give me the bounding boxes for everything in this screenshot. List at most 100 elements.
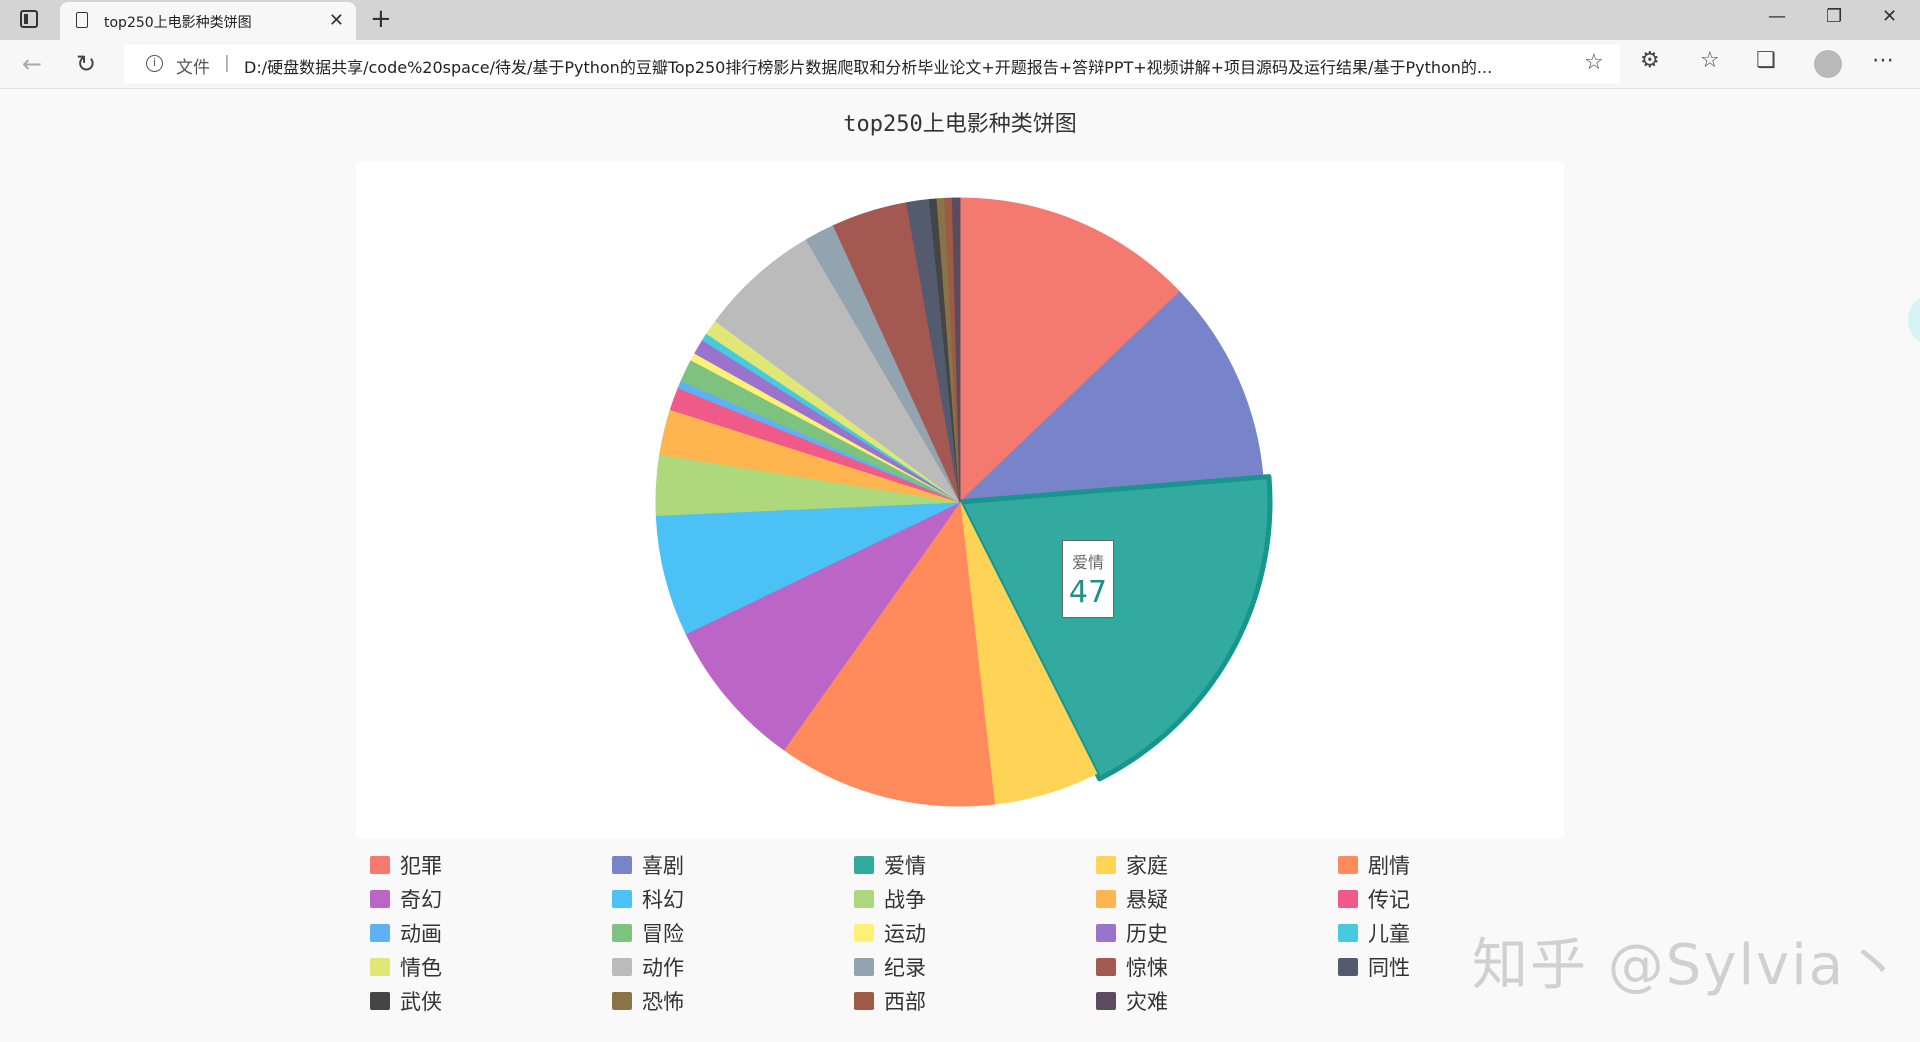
browser-tab[interactable]: top250上电影种类饼图 ✕ [60, 2, 356, 40]
back-icon[interactable]: ← [22, 50, 42, 78]
legend-swatch [1338, 924, 1358, 942]
legend-swatch [1096, 856, 1116, 874]
legend-item-历史[interactable]: 历史 [1096, 918, 1326, 948]
legend-item-运动[interactable]: 运动 [854, 918, 1084, 948]
restore-icon[interactable]: ❐ [1826, 6, 1842, 27]
legend-label: 情色 [400, 956, 442, 980]
file-icon [76, 12, 88, 28]
legend-label: 奇幻 [400, 888, 442, 912]
legend-label: 运动 [884, 922, 926, 946]
tab-actions-icon[interactable] [20, 10, 38, 28]
extensions-icon[interactable]: ⚙ [1640, 48, 1660, 73]
legend-item-战争[interactable]: 战争 [854, 884, 1084, 914]
legend-swatch [854, 890, 874, 908]
legend-swatch [370, 958, 390, 976]
legend-label: 纪录 [884, 956, 926, 980]
legend-item-纪录[interactable]: 纪录 [854, 952, 1084, 982]
legend-label: 爱情 [884, 854, 926, 878]
legend-swatch [854, 958, 874, 976]
tooltip-value: 47 [1068, 575, 1108, 610]
legend-label: 动画 [400, 922, 442, 946]
legend-swatch [1096, 992, 1116, 1010]
tab-strip: top250上电影种类饼图 ✕ + — ❐ ✕ [0, 0, 1920, 40]
legend-label: 惊悚 [1126, 956, 1168, 980]
legend-item-爱情[interactable]: 爱情 [854, 850, 1084, 880]
legend-item-情色[interactable]: 情色 [370, 952, 600, 982]
legend-label: 冒险 [642, 922, 684, 946]
legend-item-动作[interactable]: 动作 [612, 952, 842, 982]
legend-item-科幻[interactable]: 科幻 [612, 884, 842, 914]
legend-label: 战争 [884, 888, 926, 912]
legend-item-悬疑[interactable]: 悬疑 [1096, 884, 1326, 914]
legend-label: 历史 [1126, 922, 1168, 946]
legend-swatch [370, 890, 390, 908]
legend-label: 传记 [1368, 888, 1410, 912]
legend-item-动画[interactable]: 动画 [370, 918, 600, 948]
legend-swatch [370, 992, 390, 1010]
separator: | [224, 53, 230, 73]
legend-item-喜剧[interactable]: 喜剧 [612, 850, 842, 880]
legend-swatch [612, 924, 632, 942]
legend-label: 动作 [642, 956, 684, 980]
add-favorite-icon[interactable]: ☆ [1584, 50, 1604, 75]
info-icon[interactable]: i [146, 55, 163, 72]
legend-item-剧情[interactable]: 剧情 [1338, 850, 1568, 880]
legend-label: 恐怖 [642, 990, 684, 1014]
legend-item-西部[interactable]: 西部 [854, 986, 1084, 1016]
legend-swatch [1096, 890, 1116, 908]
legend-label: 悬疑 [1126, 888, 1168, 912]
legend-label: 同性 [1368, 956, 1410, 980]
legend-swatch [1338, 856, 1358, 874]
legend-swatch [1096, 924, 1116, 942]
url-field[interactable]: i 文件 | D:/硬盘数据共享/code%20space/待发/基于Pytho… [124, 45, 1620, 83]
legend-item-犯罪[interactable]: 犯罪 [370, 850, 600, 880]
file-label: 文件 [176, 58, 210, 78]
legend-swatch [612, 890, 632, 908]
legend-label: 喜剧 [642, 854, 684, 878]
more-icon[interactable]: ⋯ [1872, 48, 1894, 73]
legend-swatch [1096, 958, 1116, 976]
legend-item-传记[interactable]: 传记 [1338, 884, 1568, 914]
legend-item-惊悚[interactable]: 惊悚 [1096, 952, 1326, 982]
close-tab-icon[interactable]: ✕ [329, 10, 344, 31]
legend-swatch [854, 992, 874, 1010]
collections-icon[interactable]: ❏ [1756, 48, 1776, 73]
legend-label: 科幻 [642, 888, 684, 912]
favorites-icon[interactable]: ☆ [1700, 48, 1720, 73]
legend-label: 家庭 [1126, 854, 1168, 878]
legend-swatch [612, 958, 632, 976]
legend-label: 灾难 [1126, 990, 1168, 1014]
legend-swatch [370, 856, 390, 874]
legend-label: 武侠 [400, 990, 442, 1014]
tab-title: top250上电影种类饼图 [104, 15, 252, 31]
minimize-icon[interactable]: — [1768, 6, 1786, 27]
legend-label: 西部 [884, 990, 926, 1014]
legend-swatch [370, 924, 390, 942]
legend-item-恐怖[interactable]: 恐怖 [612, 986, 842, 1016]
floating-widget[interactable] [1908, 298, 1920, 342]
legend-label: 剧情 [1368, 854, 1410, 878]
avatar[interactable] [1814, 50, 1842, 78]
pie-chart [655, 197, 1273, 807]
legend-swatch [854, 856, 874, 874]
legend-swatch [854, 924, 874, 942]
refresh-icon[interactable]: ↻ [76, 50, 96, 78]
legend-swatch [612, 856, 632, 874]
legend-item-冒险[interactable]: 冒险 [612, 918, 842, 948]
legend-item-灾难[interactable]: 灾难 [1096, 986, 1326, 1016]
new-tab-icon[interactable]: + [370, 4, 392, 34]
url-text[interactable]: D:/硬盘数据共享/code%20space/待发/基于Python的豆瓣Top… [244, 54, 1564, 78]
address-bar: ← ↻ i 文件 | D:/硬盘数据共享/code%20space/待发/基于P… [0, 40, 1920, 89]
tooltip: 爱情 47 [1062, 540, 1114, 618]
legend-swatch [1338, 958, 1358, 976]
tooltip-name: 爱情 [1071, 553, 1104, 572]
window-close-icon[interactable]: ✕ [1882, 6, 1897, 27]
chart-title: top250上电影种类饼图 [843, 112, 1077, 137]
watermark: 知乎 @Sylvia丶 [1472, 933, 1904, 998]
legend-label: 犯罪 [400, 854, 442, 878]
legend-item-奇幻[interactable]: 奇幻 [370, 884, 600, 914]
legend-swatch [612, 992, 632, 1010]
legend-item-武侠[interactable]: 武侠 [370, 986, 600, 1016]
legend-item-家庭[interactable]: 家庭 [1096, 850, 1326, 880]
legend-swatch [1338, 890, 1358, 908]
